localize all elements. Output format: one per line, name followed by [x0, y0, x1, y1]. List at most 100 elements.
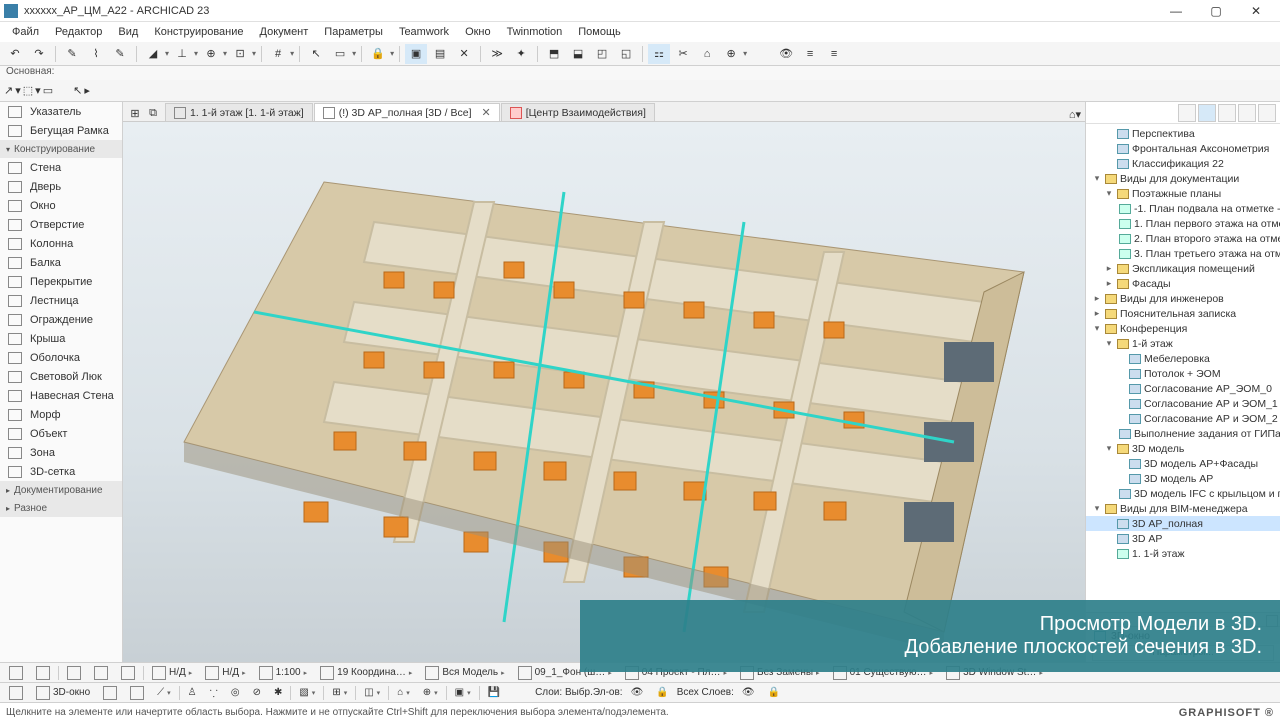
ob-house-icon[interactable]: ⌂▾: [392, 685, 415, 701]
ob-ruler-icon[interactable]: [62, 665, 86, 681]
ob-cut-icon[interactable]: [31, 665, 55, 681]
ob-dots-icon[interactable]: ⸪: [205, 685, 223, 701]
tool-curtainwall[interactable]: Навесная Стена: [0, 386, 122, 405]
menu-help[interactable]: Помощь: [570, 24, 629, 40]
arrow-mode-icon[interactable]: ↗: [4, 84, 13, 97]
rect-icon[interactable]: ▭: [329, 44, 351, 64]
expand-icon[interactable]: ▸: [1092, 308, 1102, 319]
nav-item[interactable]: Потолок + ЭОМ: [1086, 366, 1280, 381]
menu-teamwork[interactable]: Teamwork: [391, 24, 457, 40]
snap3-icon[interactable]: ⊡: [229, 44, 251, 64]
maximize-button[interactable]: ▢: [1196, 1, 1236, 21]
nav-btn-4[interactable]: [1238, 104, 1256, 122]
box-icon[interactable]: ▭: [43, 84, 53, 97]
navigator-tree[interactable]: ПерспективаФронтальная АксонометрияКласс…: [1086, 124, 1280, 612]
redo-icon[interactable]: ↷: [28, 44, 50, 64]
section-misc[interactable]: Разное: [0, 499, 122, 517]
expand-icon[interactable]: ▾: [1092, 503, 1102, 514]
tool-pointer[interactable]: Указатель: [0, 102, 122, 121]
tab-grid-icon[interactable]: ⊞: [127, 105, 143, 121]
nav-btn-2[interactable]: [1198, 104, 1216, 122]
nav-item[interactable]: ▾3D модель: [1086, 441, 1280, 456]
tool-door[interactable]: Дверь: [0, 177, 122, 196]
tool-wall[interactable]: Стена: [0, 158, 122, 177]
tab-window-icon[interactable]: ⧉: [145, 105, 161, 121]
nav-item[interactable]: ▸Экспликация помещений: [1086, 261, 1280, 276]
copy-icon[interactable]: ✎: [61, 44, 83, 64]
nav-item[interactable]: Мебелеровка: [1086, 351, 1280, 366]
eyedropper-icon[interactable]: ✎: [109, 44, 131, 64]
nav-item[interactable]: Согласование АР и ЭОМ_1: [1086, 396, 1280, 411]
quick-select-icon[interactable]: ⬚: [23, 84, 33, 97]
cursor-icon[interactable]: ↖: [305, 44, 327, 64]
tab-floorplan[interactable]: 1. 1-й этаж [1. 1-й этаж]: [165, 103, 313, 121]
tab-3d[interactable]: (!) 3D АР_полная [3D / Все] ✕: [314, 103, 500, 121]
ob-save-icon[interactable]: 💾: [483, 685, 505, 701]
doc-icon[interactable]: ◰: [591, 44, 613, 64]
nav-item[interactable]: 3D АР_полная: [1086, 516, 1280, 531]
nav-item[interactable]: ▸Фасады: [1086, 276, 1280, 291]
nav-item[interactable]: 3D модель АР+Фасады: [1086, 456, 1280, 471]
ob-layers-vis-icon[interactable]: 👁: [626, 685, 649, 701]
nav-btn-1[interactable]: [1178, 104, 1196, 122]
section2-icon[interactable]: ⬓: [567, 44, 589, 64]
nav-item[interactable]: 1. План первого этажа на отметке 0.000: [1086, 216, 1280, 231]
ob-dash-icon[interactable]: ⊘: [248, 685, 266, 701]
nav-item[interactable]: 1. 1-й этаж: [1086, 546, 1280, 561]
expand-icon[interactable]: ▾: [1104, 443, 1114, 454]
menu-edit[interactable]: Редактор: [47, 24, 110, 40]
ob-nd1[interactable]: Н/Д▸: [147, 665, 197, 681]
home-icon[interactable]: ⌂: [696, 44, 718, 64]
ob-cubes-icon[interactable]: [98, 685, 122, 701]
lines2-icon[interactable]: ≡: [823, 44, 845, 64]
expand-icon[interactable]: ▾: [1092, 323, 1102, 334]
menu-file[interactable]: Файл: [4, 24, 47, 40]
ob-hatch-icon[interactable]: ⊞▾: [327, 685, 352, 701]
menu-window[interactable]: Окно: [457, 24, 499, 40]
snap-icon[interactable]: ◢: [142, 44, 164, 64]
nav-item[interactable]: -1. План подвала на отметке -2.900: [1086, 201, 1280, 216]
tool-shell[interactable]: Оболочка: [0, 348, 122, 367]
nav-item[interactable]: 3D АР: [1086, 531, 1280, 546]
snap2-icon[interactable]: ⊕: [200, 44, 222, 64]
dash-icon[interactable]: ✕: [453, 44, 475, 64]
nav-item[interactable]: 3D модель АР: [1086, 471, 1280, 486]
doc2-icon[interactable]: ◱: [615, 44, 637, 64]
menu-document[interactable]: Документ: [252, 24, 317, 40]
nav-item[interactable]: Согласование АР и ЭОМ_2: [1086, 411, 1280, 426]
section-icon[interactable]: ⬒: [543, 44, 565, 64]
cut-icon[interactable]: ✂: [672, 44, 694, 64]
tool-window[interactable]: Окно: [0, 196, 122, 215]
nav-item[interactable]: 2. План второго этажа на отметке +4.200: [1086, 231, 1280, 246]
tool-zone[interactable]: Зона: [0, 443, 122, 462]
nav-item[interactable]: ▾Виды для BIM-менеджера: [1086, 501, 1280, 516]
ob-dim-icon[interactable]: [116, 665, 140, 681]
nav-item[interactable]: Перспектива: [1086, 126, 1280, 141]
ob-target-icon[interactable]: ◎: [226, 685, 245, 701]
section-design[interactable]: Конструирование: [0, 140, 122, 158]
nav-item[interactable]: ▸Пояснительная записка: [1086, 306, 1280, 321]
ob-view3d[interactable]: 3D-окно: [31, 685, 95, 701]
ob-cut-icon[interactable]: [4, 685, 28, 701]
arrow3-icon[interactable]: ▸: [84, 84, 90, 97]
menu-options[interactable]: Параметры: [316, 24, 391, 40]
ob-section-icon[interactable]: ▧▾: [294, 685, 320, 701]
ob-cube2-icon[interactable]: ◫▾: [359, 685, 385, 701]
tool-morph[interactable]: Морф: [0, 405, 122, 424]
expand-icon[interactable]: ▾: [1092, 173, 1102, 184]
nav-item[interactable]: ▾1-й этаж: [1086, 336, 1280, 351]
ob-model[interactable]: Вся Модель▸: [420, 665, 509, 681]
nav-item[interactable]: ▾Конференция: [1086, 321, 1280, 336]
menu-view[interactable]: Вид: [110, 24, 146, 40]
tool-roof[interactable]: Крыша: [0, 329, 122, 348]
expand-icon[interactable]: ▸: [1092, 293, 1102, 304]
section-document[interactable]: Документирование: [0, 481, 122, 499]
expand-icon[interactable]: ▾: [1104, 338, 1114, 349]
nav-item[interactable]: Фронтальная Аксонометрия: [1086, 141, 1280, 156]
tool-column[interactable]: Колонна: [0, 234, 122, 253]
tab-close-icon[interactable]: ✕: [481, 106, 490, 119]
ob-camera-icon[interactable]: ▣▾: [450, 685, 476, 701]
lines-icon[interactable]: ≡: [799, 44, 821, 64]
arrow2-icon[interactable]: ↖: [73, 84, 82, 97]
expand-icon[interactable]: ▾: [1104, 188, 1114, 199]
